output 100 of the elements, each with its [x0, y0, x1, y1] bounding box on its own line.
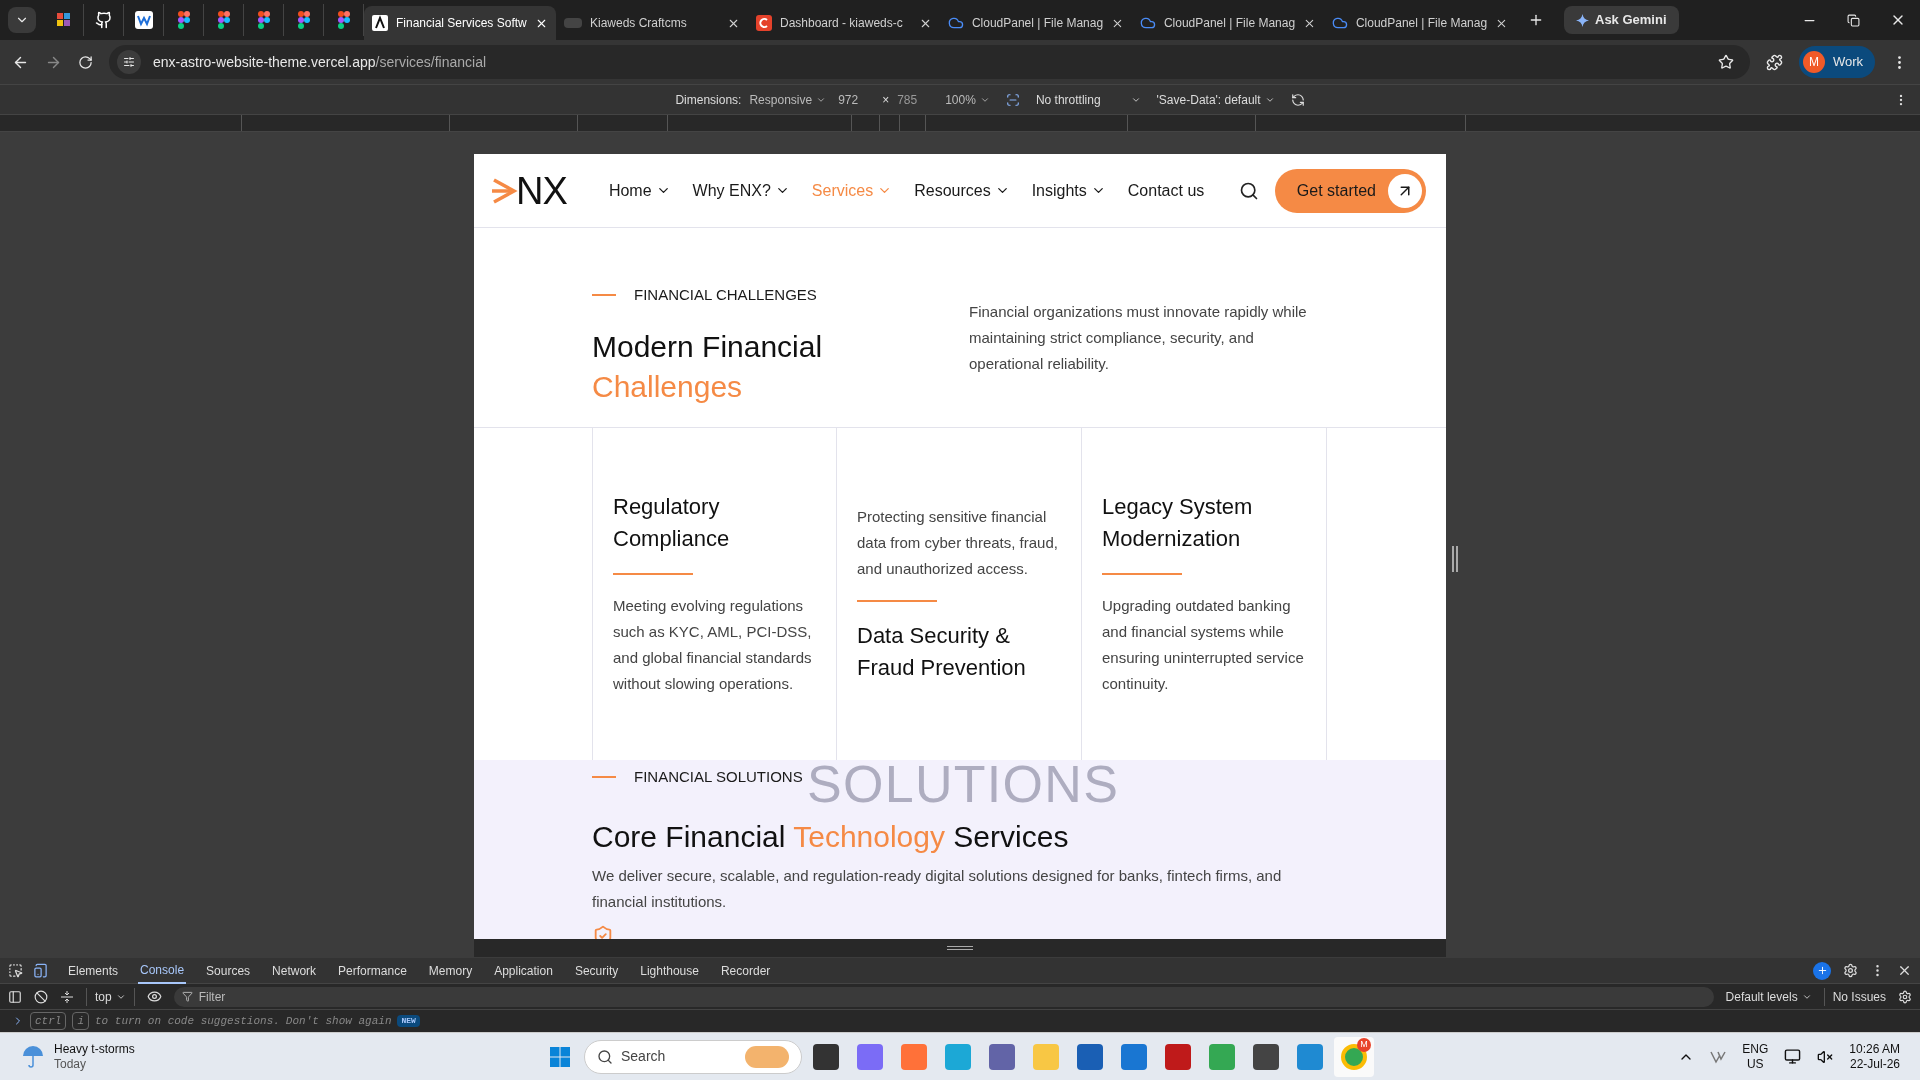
- enx-logo[interactable]: NX: [492, 171, 567, 210]
- clock[interactable]: 10:26 AM 22-Jul-26: [1849, 1041, 1900, 1072]
- section-heading: Core Financial Technology Services: [592, 818, 1070, 855]
- side-resize-handle[interactable]: [1452, 546, 1458, 572]
- devtools-tab[interactable]: Recorder: [718, 957, 773, 984]
- muted-speaker-icon[interactable]: [1817, 1048, 1834, 1065]
- devtools-tab[interactable]: Lighthouse: [638, 957, 701, 984]
- new-badge: NEW: [397, 1015, 420, 1027]
- c-logo-icon: [756, 15, 772, 31]
- tab-search-button[interactable]: [8, 7, 36, 33]
- browser-tab[interactable]: Kiaweds Craftcms: [556, 6, 748, 40]
- nav-link[interactable]: Resources: [914, 178, 1010, 203]
- rain-cloud-icon: [20, 1043, 46, 1070]
- ai-assistant-icon[interactable]: [1813, 961, 1831, 980]
- eye-icon[interactable]: [146, 989, 162, 1004]
- extensions-icon[interactable]: [1765, 53, 1783, 71]
- devtools-tab[interactable]: Sources: [204, 957, 253, 984]
- browser-tab[interactable]: CloudPanel | File Manag: [1324, 6, 1516, 40]
- nav-link[interactable]: Home: [608, 178, 671, 203]
- tab-title: Financial Services Softw: [396, 15, 527, 32]
- devtools-tab[interactable]: Network: [270, 957, 319, 984]
- address-bar[interactable]: enx-astro-website-theme.vercel.app/services/financial: [109, 45, 1750, 79]
- language-indicator[interactable]: ENG US: [1742, 1041, 1769, 1072]
- cloud-icon: [948, 15, 964, 31]
- height-field[interactable]: 785: [897, 90, 938, 109]
- tab-title: CloudPanel | File Manag: [971, 15, 1104, 32]
- figma-logo-icon: [337, 11, 350, 29]
- device-mode-dropdown[interactable]: Responsive: [749, 90, 827, 109]
- close-icon[interactable]: [1897, 963, 1912, 978]
- dimensions-label: Dimensions:: [675, 91, 742, 109]
- levels-dropdown[interactable]: Default levels: [1725, 987, 1812, 1006]
- section-heading: Modern Financial Challenges: [592, 328, 824, 405]
- collapse-icon[interactable]: [60, 989, 74, 1004]
- browser-tab[interactable]: Financial Services Softw: [364, 6, 556, 40]
- profile-button[interactable]: M Work: [1798, 46, 1875, 78]
- weather-subtitle: Today: [54, 1056, 88, 1072]
- taskbar-search-field[interactable]: Search: [584, 1039, 802, 1074]
- save-data-dropdown[interactable]: 'Save-Data': default: [1156, 90, 1275, 109]
- devtools-tab[interactable]: Memory: [426, 957, 475, 984]
- throttling-dropdown[interactable]: No throttling: [1035, 90, 1141, 109]
- screenshot-icon[interactable]: [1005, 92, 1020, 107]
- rotate-icon[interactable]: [1290, 92, 1305, 107]
- arrow-up-right-icon: [1388, 173, 1422, 208]
- nav-link[interactable]: Why ENX?: [692, 178, 790, 203]
- chrome-profile-icon[interactable]: M: [1334, 1036, 1374, 1077]
- tab-title: CloudPanel | File Manag: [1355, 15, 1488, 32]
- network-icon[interactable]: [1784, 1048, 1802, 1065]
- zoom-dropdown[interactable]: 100%: [945, 90, 990, 109]
- profile-badge: M: [1357, 1037, 1371, 1052]
- times-sign: ×: [882, 91, 890, 109]
- devtools-tab[interactable]: Application: [492, 957, 555, 984]
- sidebar-toggle-icon[interactable]: [8, 989, 22, 1004]
- clear-console-icon[interactable]: [34, 989, 48, 1004]
- nav-link[interactable]: Insights: [1031, 178, 1106, 203]
- resize-handle[interactable]: [474, 939, 1446, 957]
- tab-title: Dashboard - kiaweds-c: [780, 15, 904, 32]
- restore-icon[interactable]: [1847, 13, 1860, 27]
- devtools-tab[interactable]: Security: [572, 957, 621, 984]
- new-tab-icon[interactable]: [1528, 12, 1544, 28]
- tab-title: CloudPanel | File Manag: [1163, 15, 1296, 32]
- dismiss-link[interactable]: Don't show again: [285, 1012, 392, 1030]
- settings-icon[interactable]: [1843, 963, 1858, 978]
- figma-logo-icon: [297, 11, 310, 29]
- bookmark-star-icon[interactable]: [1717, 54, 1734, 70]
- width-field[interactable]: 972: [834, 90, 875, 109]
- key-cap: i: [72, 1011, 89, 1031]
- weather-title: Heavy t-storms: [54, 1041, 135, 1057]
- filter-field[interactable]: Filter: [173, 986, 1714, 1007]
- devtools-tab[interactable]: Console: [138, 957, 187, 984]
- cloud-icon: [1332, 15, 1348, 31]
- section-eyebrow: FINANCIAL CHALLENGES: [634, 285, 817, 305]
- a-logo-icon: [372, 15, 388, 31]
- get-started-button[interactable]: Get started: [1274, 168, 1426, 213]
- figma-logo-icon: [257, 11, 270, 29]
- devtools-tab[interactable]: Elements: [66, 957, 121, 984]
- site-info-icon[interactable]: [117, 50, 141, 74]
- device-toggle-icon[interactable]: [33, 963, 48, 978]
- card-text: Meeting evolving regulations such as KYC, AML, PCI-DSS, and global financial standards without slowing operations.: [613, 596, 813, 694]
- browser-tab[interactable]: CloudPanel | File Manag: [1132, 6, 1324, 40]
- profile-avatar: M: [1802, 51, 1825, 73]
- hint-text: to turn on code suggestions.: [95, 1013, 280, 1029]
- browser-tab[interactable]: CloudPanel | File Manag: [940, 6, 1132, 40]
- figma-logo-icon: [177, 11, 190, 29]
- search-icon[interactable]: [1238, 180, 1259, 201]
- watermark-text: SOLUTIONS: [807, 758, 1120, 810]
- reload-icon[interactable]: [78, 54, 93, 70]
- ask-gemini-button[interactable]: Ask Gemini: [1564, 6, 1679, 34]
- cube-logo-icon: [54, 11, 73, 29]
- browser-tab[interactable]: Dashboard - kiaweds-c: [748, 6, 940, 40]
- github-icon: [94, 11, 113, 29]
- key-cap: ctrl: [30, 1011, 67, 1031]
- card-title: Legacy System Modernization: [1102, 493, 1254, 553]
- nav-link[interactable]: Contact us: [1127, 178, 1205, 203]
- card-text: Protecting sensitive financial data from cyber threats, fraud, and unauthorized access.: [857, 507, 1059, 579]
- console-settings-icon[interactable]: [1898, 989, 1912, 1004]
- context-dropdown[interactable]: top: [86, 987, 135, 1006]
- tab-title: Kiaweds Craftcms: [590, 15, 688, 32]
- devtools-tab[interactable]: Performance: [336, 957, 409, 984]
- section-intro: Financial organizations must innovate rapidly while maintaining strict compliance, security, and operational reliability.: [969, 302, 1308, 374]
- inspect-icon[interactable]: [8, 963, 23, 978]
